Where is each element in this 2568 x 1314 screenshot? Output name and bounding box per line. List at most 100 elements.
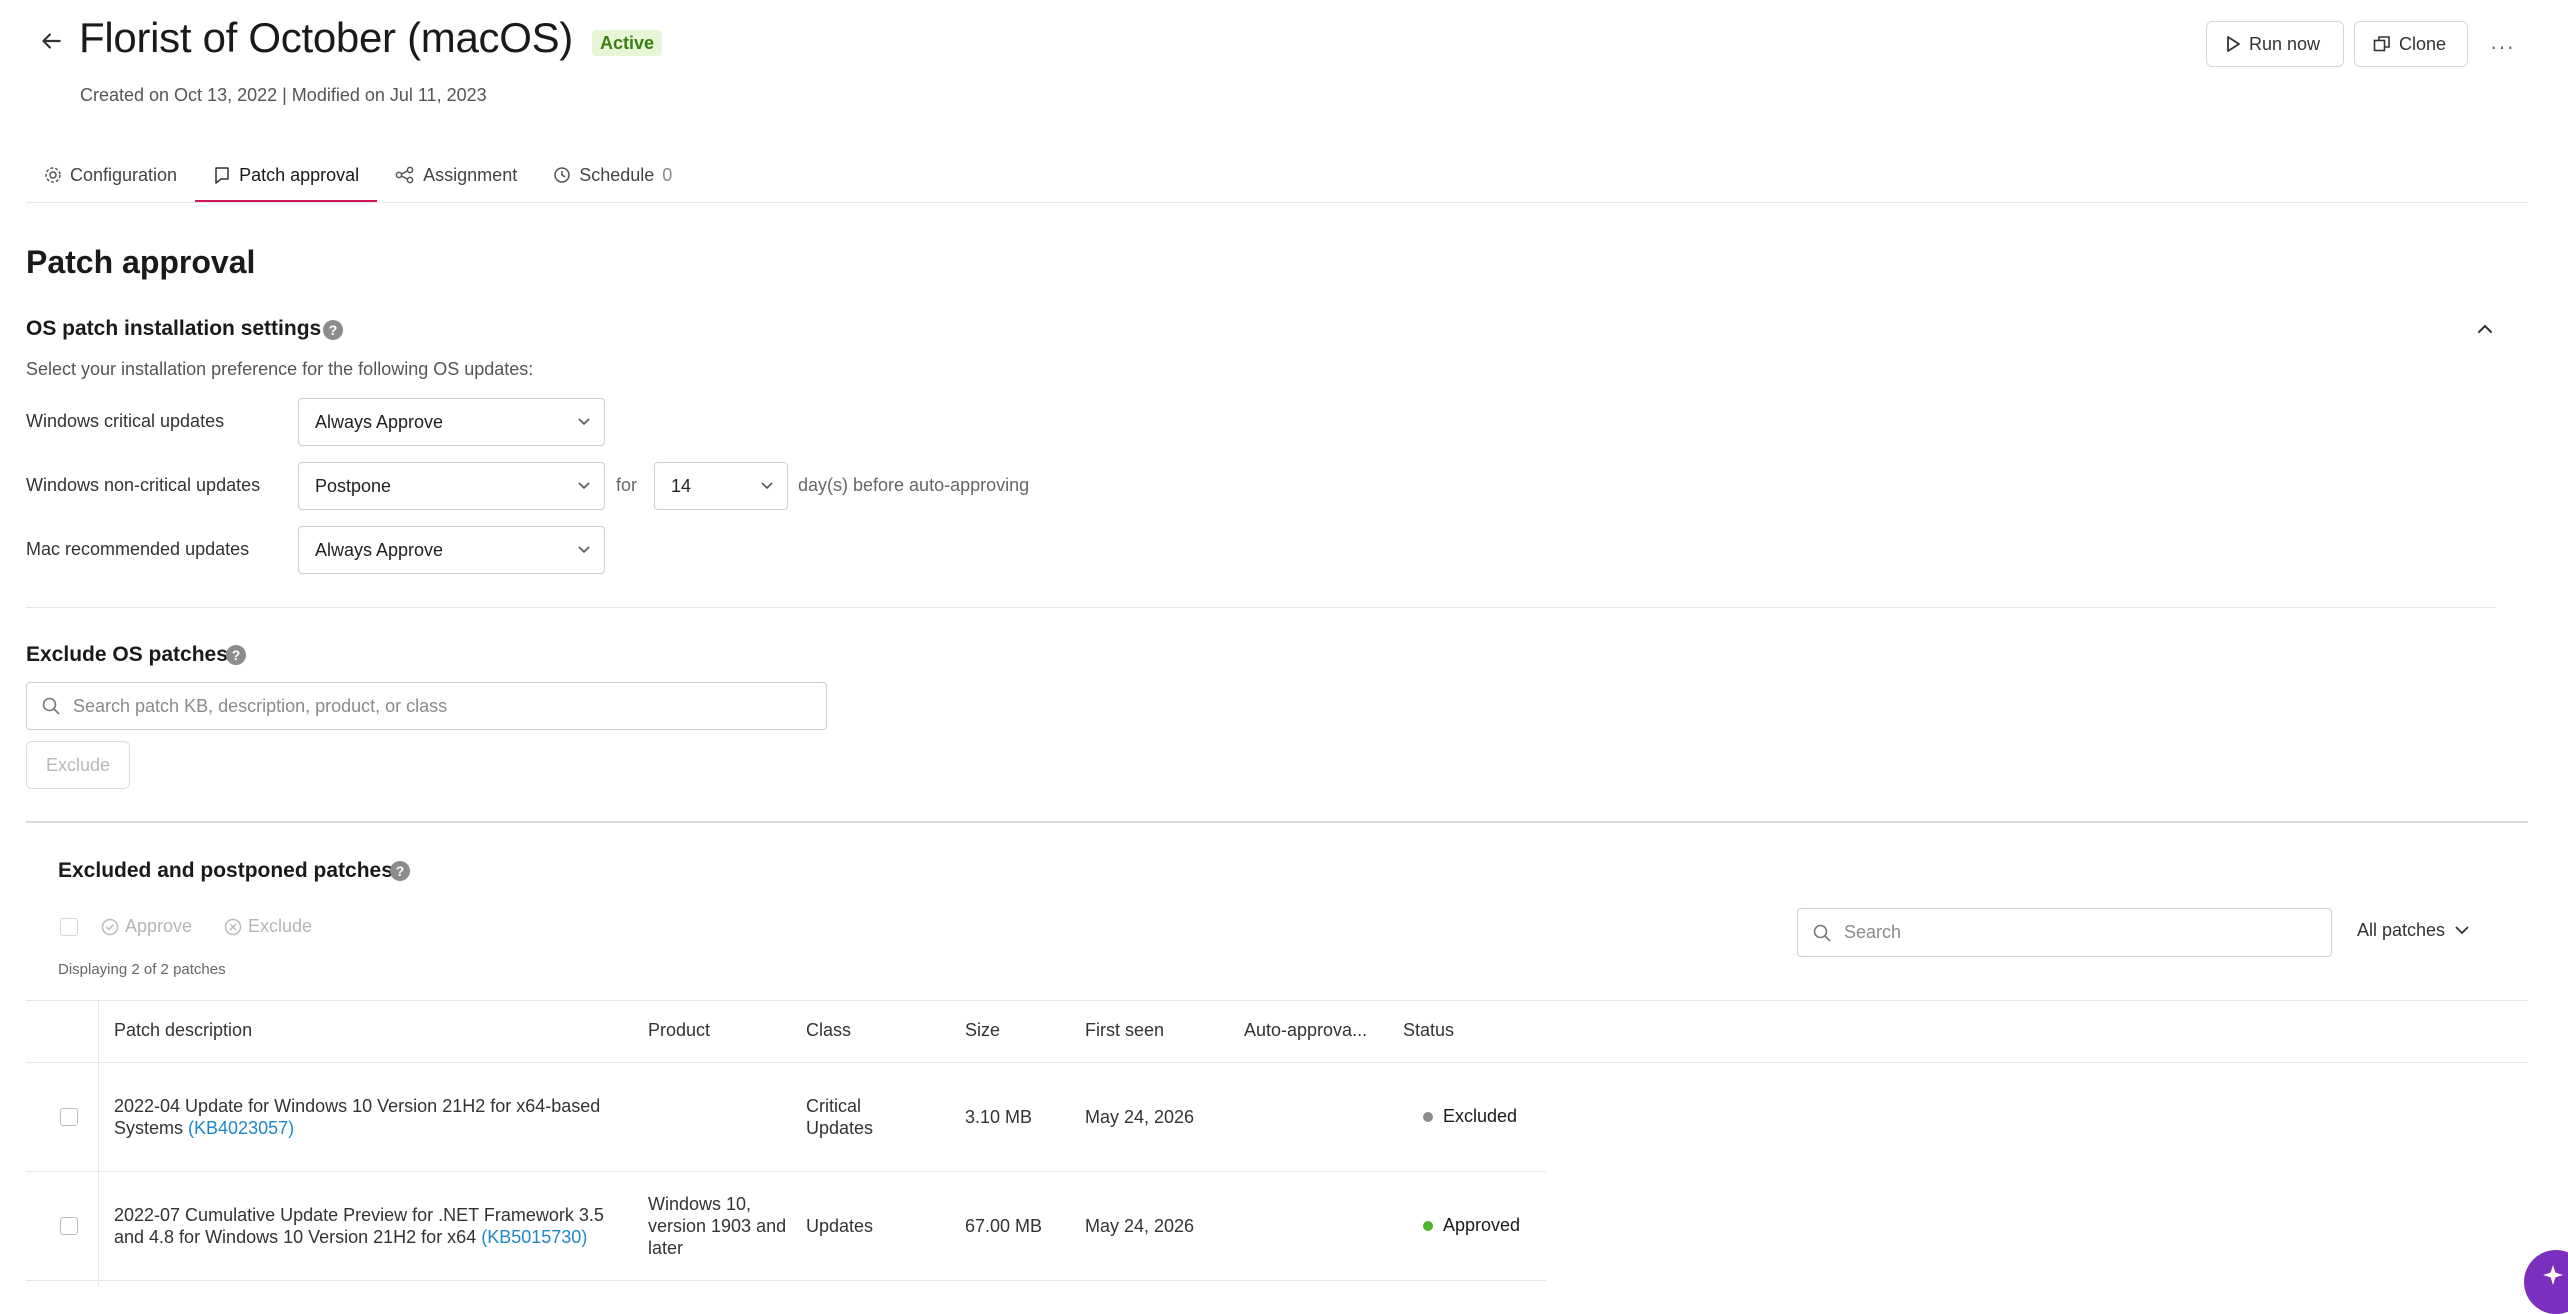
- patch-description: 2022-07 Cumulative Update Preview for .N…: [114, 1204, 634, 1248]
- chevron-down-icon: [761, 482, 773, 490]
- approval-icon: [213, 166, 231, 184]
- status-text: Excluded: [1443, 1106, 1518, 1126]
- row-divider: [26, 1171, 1546, 1172]
- search-placeholder: Search patch KB, description, product, o…: [73, 695, 448, 716]
- mac-recommended-label: Mac recommended updates: [26, 539, 250, 559]
- chevron-down-icon: [2455, 926, 2469, 935]
- patch-status: Excluded: [1423, 1106, 1517, 1127]
- table-header-border: [26, 1062, 2528, 1063]
- section-divider: [26, 821, 2528, 823]
- for-label: for: [616, 475, 638, 495]
- filter-label: All patches: [2357, 920, 2446, 940]
- tab-label: Configuration: [70, 164, 178, 185]
- search-placeholder: Search: [1844, 922, 1902, 942]
- column-header-class[interactable]: Class: [806, 1020, 851, 1041]
- select-value: Always Approve: [315, 411, 444, 432]
- patch-description: 2022-04 Update for Windows 10 Version 21…: [114, 1095, 634, 1139]
- search-icon: [41, 696, 61, 716]
- patch-class: Updates: [806, 1216, 874, 1236]
- check-circle-icon: [101, 918, 119, 936]
- created-modified-info: Created on Oct 13, 2022 | Modified on Ju…: [80, 85, 487, 105]
- clone-button[interactable]: Clone: [2354, 21, 2468, 67]
- column-header-size[interactable]: Size: [965, 1020, 1000, 1041]
- patch-product: Windows 10, version 1903 and later: [648, 1194, 787, 1258]
- tab-assignment[interactable]: Assignment: [377, 150, 535, 202]
- gear-icon: [44, 166, 62, 184]
- tab-label: Patch approval: [239, 164, 360, 185]
- kb-link[interactable]: (KB5015730): [481, 1227, 587, 1247]
- patch-size: 67.00 MB: [965, 1216, 1043, 1236]
- chevron-down-icon: [578, 546, 590, 554]
- play-icon: [2225, 35, 2241, 53]
- assistant-fab[interactable]: [2524, 1250, 2568, 1314]
- help-icon[interactable]: ?: [390, 861, 410, 881]
- status-badge: Active: [592, 30, 663, 56]
- displaying-count: Displaying 2 of 2 patches: [58, 961, 226, 978]
- select-value: Postpone: [315, 475, 392, 496]
- help-icon[interactable]: ?: [323, 320, 343, 340]
- approve-action[interactable]: Approve: [101, 916, 192, 937]
- mac-recommended-select[interactable]: Always Approve: [298, 526, 605, 574]
- more-options-icon[interactable]: ···: [2490, 34, 2515, 60]
- tab-schedule[interactable]: Schedule 0: [535, 150, 690, 202]
- status-dot: [1423, 1111, 1433, 1122]
- help-icon[interactable]: ?: [226, 645, 246, 665]
- os-settings-description: Select your installation preference for …: [26, 359, 534, 379]
- patch-class: Critical Updates: [806, 1096, 874, 1138]
- exclude-button[interactable]: Exclude: [26, 741, 130, 789]
- row-checkbox[interactable]: [60, 1217, 78, 1235]
- select-all-checkbox[interactable]: [60, 918, 78, 936]
- run-now-button[interactable]: Run now: [2206, 21, 2344, 67]
- exclude-label: Exclude: [248, 916, 313, 936]
- patch-status: Approved: [1423, 1215, 1520, 1236]
- chevron-down-icon: [578, 418, 590, 426]
- tab-bar: Configuration Patch approval Assignment …: [26, 150, 690, 202]
- section-divider: [26, 607, 2496, 608]
- column-header-first-seen[interactable]: First seen: [1085, 1020, 1164, 1041]
- share-icon: [395, 166, 415, 184]
- patch-size: 3.10 MB: [965, 1107, 1033, 1127]
- run-now-label: Run now: [2249, 33, 2321, 54]
- select-value: Always Approve: [315, 539, 444, 560]
- search-icon: [1812, 923, 1832, 943]
- patch-first-seen: May 24, 2026: [1085, 1216, 1195, 1236]
- description-text: 2022-04 Update for Windows 10 Version 21…: [114, 1096, 601, 1138]
- schedule-count: 0: [662, 164, 673, 185]
- x-circle-icon: [224, 918, 242, 936]
- exclude-search-input[interactable]: Search patch KB, description, product, o…: [26, 682, 827, 730]
- patch-search-input[interactable]: Search: [1797, 908, 2332, 957]
- chevron-up-icon[interactable]: [2474, 318, 2496, 340]
- days-select[interactable]: 14: [654, 462, 788, 510]
- os-settings-title: OS patch installation settings: [26, 317, 322, 340]
- page-header-title: Florist of October (macOS): [79, 14, 573, 61]
- exclude-action[interactable]: Exclude: [224, 916, 312, 937]
- copy-icon: [2373, 35, 2391, 53]
- patch-first-seen: May 24, 2026: [1085, 1107, 1195, 1127]
- select-value: 14: [671, 475, 692, 496]
- tab-patch-approval[interactable]: Patch approval: [195, 150, 378, 202]
- sparkle-icon: [2542, 1264, 2564, 1286]
- row-checkbox[interactable]: [60, 1108, 78, 1126]
- clone-label: Clone: [2399, 33, 2447, 54]
- windows-noncritical-label: Windows non-critical updates: [26, 475, 261, 495]
- column-header-description[interactable]: Patch description: [114, 1020, 252, 1041]
- tab-divider: [26, 202, 2528, 203]
- windows-critical-label: Windows critical updates: [26, 411, 225, 431]
- windows-noncritical-select[interactable]: Postpone: [298, 462, 605, 510]
- exclude-title: Exclude OS patches: [26, 643, 228, 666]
- column-header-status[interactable]: Status: [1403, 1020, 1454, 1041]
- approve-label: Approve: [125, 916, 193, 936]
- kb-link[interactable]: (KB4023057): [188, 1118, 294, 1138]
- patch-filter-dropdown[interactable]: All patches: [2357, 920, 2469, 941]
- chevron-down-icon: [578, 482, 590, 490]
- windows-critical-select[interactable]: Always Approve: [298, 398, 605, 446]
- column-header-auto-approval[interactable]: Auto-approva...: [1244, 1020, 1367, 1041]
- row-divider: [26, 1280, 1546, 1281]
- status-dot: [1423, 1220, 1433, 1231]
- column-header-product[interactable]: Product: [648, 1020, 710, 1041]
- tab-configuration[interactable]: Configuration: [26, 150, 195, 202]
- tab-label: Schedule: [579, 164, 655, 185]
- back-arrow-icon[interactable]: [38, 28, 64, 54]
- tab-label: Assignment: [423, 164, 518, 185]
- days-suffix: day(s) before auto-approving: [798, 475, 1030, 495]
